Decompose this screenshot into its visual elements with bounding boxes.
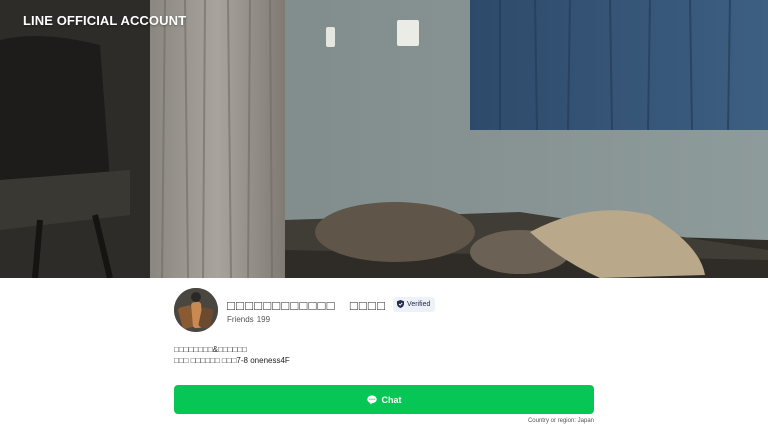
avatar-image xyxy=(174,288,218,332)
account-name-row: □□□□□□□□□□□□ □□□□ Verified xyxy=(227,296,436,313)
chat-button[interactable]: Chat xyxy=(174,385,594,414)
chat-button-label: Chat xyxy=(381,394,402,405)
friends-count-row: Friends 199 xyxy=(227,315,270,324)
description-line-2: □□□ □□□□□□ □□□7-8 oneness4F xyxy=(174,356,290,365)
brand-title: LINE OFFICIAL ACCOUNT xyxy=(23,13,187,28)
avatar xyxy=(174,288,218,332)
friends-label: Friends xyxy=(227,315,254,324)
cover-photo xyxy=(0,0,768,278)
friends-count: 199 xyxy=(256,315,271,324)
verified-badge: Verified xyxy=(393,296,436,312)
shield-icon xyxy=(397,300,405,308)
chat-bubble-icon xyxy=(366,395,377,404)
cover-image: LINE OFFICIAL ACCOUNT xyxy=(0,0,768,278)
description-line-1: □□□□□□□□&□□□□□□ xyxy=(174,345,247,354)
verified-label: Verified xyxy=(407,300,431,308)
profile-header: □□□□□□□□□□□□ □□□□ Verified Friends 199 xyxy=(174,288,594,332)
account-description: □□□□□□□□&□□□□□□ □□□ □□□□□□ □□□7-8 onenes… xyxy=(174,344,594,366)
country-region: Country or region: Japan xyxy=(527,418,594,424)
account-name: □□□□□□□□□□□□ □□□□ xyxy=(227,297,387,313)
